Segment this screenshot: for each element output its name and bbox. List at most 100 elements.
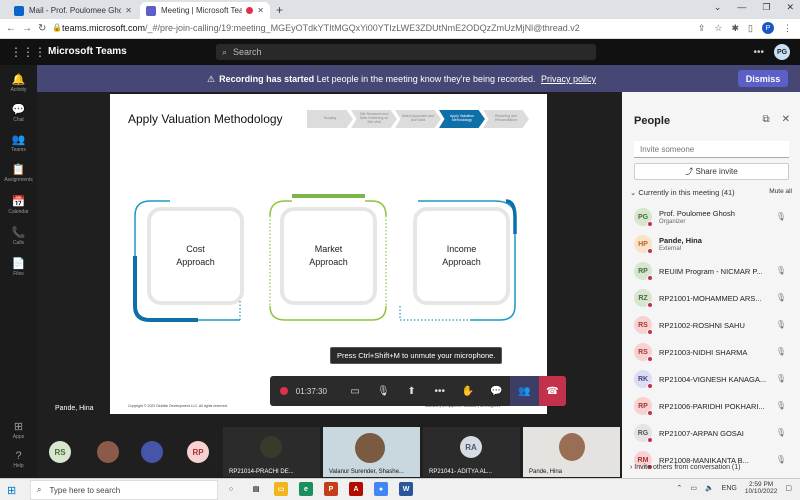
participant-row[interactable]: RZ RP21001-MOHAMMED ARS... 🎙 (622, 285, 800, 312)
participant-row[interactable]: RS RP21002-ROSHNI SAHU 🎙 (622, 312, 800, 339)
chat-icon: 💬 (11, 104, 26, 116)
popout-icon[interactable]: ⧉ (762, 114, 769, 125)
mic-off-icon[interactable]: 🎙 (776, 428, 786, 437)
participant-role: Organizer (659, 219, 686, 225)
bell-icon: 🔔 (11, 74, 26, 86)
in-meeting-section[interactable]: ⌄ Currently in this meeting (41) Mute al… (630, 188, 792, 197)
share-invite-button[interactable]: ⤴ Share invite (634, 163, 789, 180)
chat-icon[interactable]: 💬 (482, 376, 510, 406)
notifications-icon[interactable]: ▢ (785, 484, 792, 492)
close-icon[interactable]: ✕ (125, 6, 132, 15)
language-indicator[interactable]: ENG (722, 485, 737, 492)
more-icon[interactable]: ••• (753, 47, 764, 58)
more-icon[interactable]: ••• (426, 376, 454, 406)
rail-item-apps[interactable]: ⊞ Apps (0, 420, 37, 440)
participant-photo-avatar[interactable] (141, 441, 163, 463)
profile-avatar[interactable]: P (762, 22, 774, 34)
rail-item-assignments[interactable]: 📋 Assignments (0, 163, 37, 183)
rail-item-activity[interactable]: 🔔 Activity (0, 73, 37, 93)
volume-icon[interactable]: 🔈 (705, 484, 714, 492)
acrobat-icon[interactable]: A (349, 482, 363, 496)
windows-start-icon[interactable]: ⊞ (7, 484, 16, 497)
participant-row[interactable]: RP REUIM Program - NICMAR P... 🎙 (622, 258, 800, 285)
mic-off-icon[interactable]: 🎙 (776, 266, 786, 275)
maximize-icon[interactable]: ❐ (762, 2, 770, 13)
rail-item-calls[interactable]: 📞 Calls (0, 226, 37, 246)
rail-item-calendar[interactable]: 📅 Calendar (0, 195, 37, 215)
mic-off-icon[interactable]: 🎙 (776, 455, 786, 464)
menu-icon[interactable]: ⋮ (783, 23, 792, 34)
banner-text: Let people in the meeting know they're b… (316, 74, 536, 84)
people-icon[interactable]: 👥 (510, 376, 539, 406)
powerpoint-icon[interactable]: P (324, 482, 338, 496)
mic-off-icon[interactable]: 🎙 (776, 347, 786, 356)
reload-icon[interactable]: ↻ (38, 23, 46, 34)
avatar-initials: RK (637, 375, 649, 383)
dismiss-button[interactable]: Dismiss (738, 70, 788, 87)
sidebar-icon[interactable]: ▯ (748, 23, 753, 34)
app-launcher-icon[interactable]: ⋮⋮⋮ (10, 45, 46, 59)
task-view-icon[interactable]: ○ (224, 482, 238, 496)
forward-icon[interactable]: → (22, 23, 32, 34)
chevron-up-icon[interactable]: ⌃ (676, 484, 682, 492)
minimize-icon[interactable]: — (737, 2, 746, 13)
edge-icon[interactable]: e (299, 482, 313, 496)
rail-item-chat[interactable]: 💬 Chat (0, 103, 37, 123)
participant-row[interactable]: RK RP21004-VIGNESH KANAGA... 🎙 (622, 366, 800, 393)
invite-others-section[interactable]: › Invite others from conversation (1) (630, 464, 741, 471)
hang-up-button[interactable]: ☎ (538, 376, 566, 406)
close-icon[interactable]: ✕ (782, 114, 790, 125)
participant-avatar[interactable]: RS (49, 441, 71, 463)
back-icon[interactable]: ← (6, 23, 16, 34)
widgets-icon[interactable]: ▤ (249, 482, 263, 496)
new-tab-icon[interactable]: + (276, 3, 283, 17)
video-tile[interactable]: RA RP21041- ADITYA AL... (423, 427, 520, 477)
participant-row[interactable]: PG Prof. Poulomee Ghosh Organizer 🎙 (622, 204, 800, 231)
participant-avatar[interactable]: RP (187, 441, 209, 463)
mic-off-icon[interactable]: 🎙 (369, 376, 397, 406)
participant-row[interactable]: RP RP21006-PARIDHI POKHARI... 🎙 (622, 393, 800, 420)
participant-row[interactable]: HP Pande, Hina External (622, 231, 800, 258)
camera-off-icon[interactable]: ▭ (341, 376, 369, 406)
mic-off-icon[interactable]: 🎙 (776, 293, 786, 302)
mic-off-icon[interactable]: 🎙 (776, 320, 786, 329)
chevron-down-icon[interactable]: ⌄ (714, 2, 722, 13)
taskbar-clock[interactable]: 2:59 PM 10/10/2022 (745, 481, 778, 496)
search-input[interactable]: ⌕ Search (216, 44, 596, 60)
video-tile[interactable]: RP21014-PRACHI DE... (223, 427, 320, 477)
tab-mail[interactable]: Mail - Prof. Poulomee Ghosh - O ✕ (8, 2, 138, 19)
rail-label: Teams (11, 147, 26, 153)
extensions-icon[interactable]: ✱ (732, 23, 740, 34)
video-tile[interactable]: Pande, Hina (523, 427, 620, 477)
chrome-icon[interactable]: ● (374, 482, 388, 496)
user-avatar[interactable]: PG (774, 44, 790, 60)
meeting-stage: Apply Valuation Methodology Scoping Site… (37, 92, 622, 422)
battery-icon[interactable]: ▭ (690, 484, 697, 492)
participant-row[interactable]: RS RP21003-NIDHI SHARMA 🎙 (622, 339, 800, 366)
tab-teams-meeting[interactable]: Meeting | Microsoft Teams ✕ (140, 2, 270, 19)
participant-avatar: RS (634, 343, 653, 362)
share-screen-icon[interactable]: ⬆ (397, 376, 425, 406)
bookmark-icon[interactable]: ☆ (714, 23, 722, 34)
close-window-icon[interactable]: ✕ (786, 2, 794, 13)
rail-label: Calls (12, 240, 25, 246)
word-icon[interactable]: W (399, 482, 413, 496)
privacy-policy-link[interactable]: Privacy policy (541, 74, 596, 84)
mic-off-icon[interactable]: 🎙 (776, 374, 786, 383)
rail-item-help[interactable]: ? Help (0, 450, 37, 469)
mic-off-icon[interactable]: 🎙 (776, 401, 786, 410)
participant-row[interactable]: RG RP21007-ARPAN GOSAI 🎙 (622, 420, 800, 447)
raise-hand-icon[interactable]: ✋ (454, 376, 482, 406)
file-explorer-icon[interactable]: ▭ (274, 482, 288, 496)
url-field[interactable]: teams.microsoft.com/_#/pre-join-calling/… (62, 23, 580, 33)
video-tile[interactable]: Valanur Surender, Shashe... (323, 427, 420, 477)
mic-off-icon[interactable]: 🎙 (776, 212, 786, 221)
taskbar-search[interactable]: ⌕ Type here to search (30, 480, 218, 500)
mute-all-button[interactable]: Mute all (769, 188, 792, 195)
invite-someone-input[interactable] (634, 141, 789, 158)
close-icon[interactable]: ✕ (257, 6, 264, 15)
rail-item-files[interactable]: 📄 Files (0, 257, 37, 277)
participant-photo-avatar[interactable] (97, 441, 119, 463)
rail-item-teams[interactable]: 👥 Teams (0, 133, 37, 153)
share-icon[interactable]: ⇪ (698, 23, 706, 34)
